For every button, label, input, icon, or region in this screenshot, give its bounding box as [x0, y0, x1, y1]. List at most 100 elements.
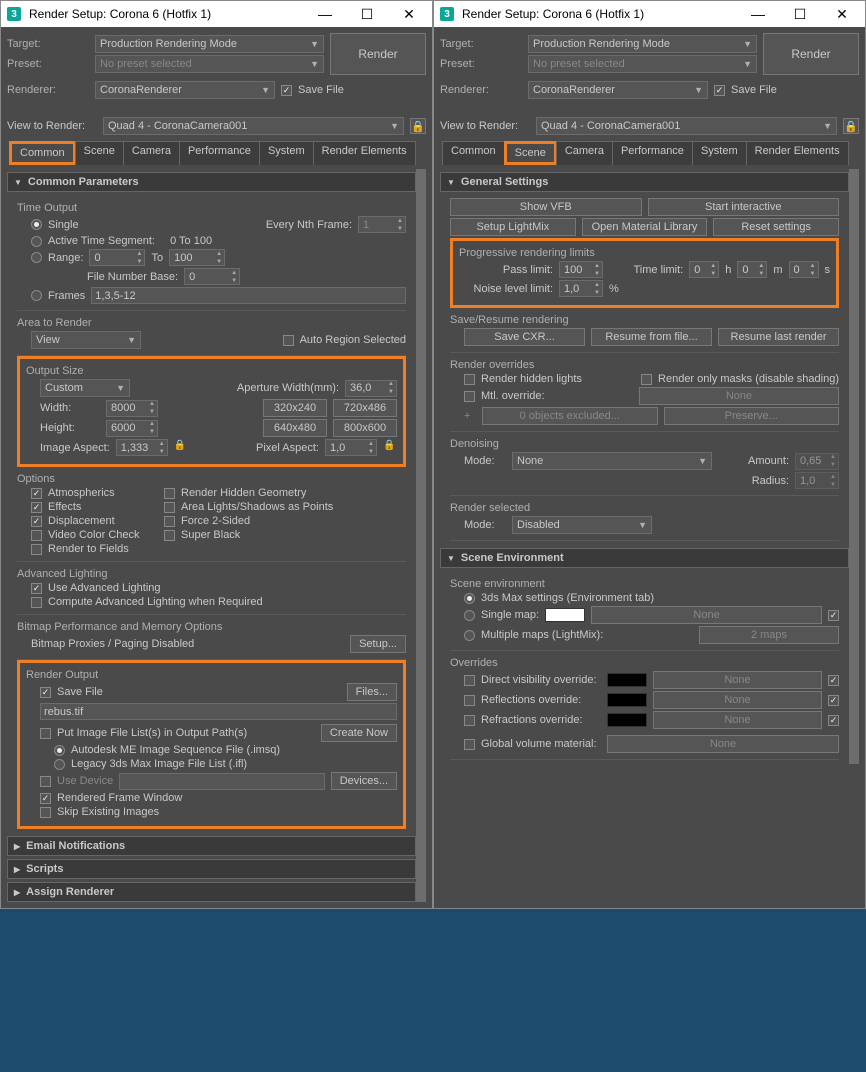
chk-hidden-lights[interactable] — [464, 374, 475, 385]
resume-last-button[interactable]: Resume last render — [718, 328, 839, 346]
chk-mtl-override[interactable] — [464, 391, 475, 402]
refl-map-button[interactable]: None — [653, 691, 822, 709]
image-aspect[interactable]: 1,333▲▼ — [116, 439, 168, 456]
restore-button[interactable]: ☐ — [783, 3, 817, 25]
tab-performance[interactable]: Performance — [612, 141, 693, 165]
radio-frames[interactable] — [31, 290, 42, 301]
reset-settings-button[interactable]: Reset settings — [713, 218, 839, 236]
preserve-button[interactable]: Preserve... — [664, 407, 840, 425]
start-interactive-button[interactable]: Start interactive — [648, 198, 840, 216]
area-dropdown[interactable]: View▼ — [31, 331, 141, 349]
radio-ats[interactable] — [31, 236, 42, 247]
chk-use-device[interactable] — [40, 776, 51, 787]
chk-render-hidden[interactable] — [164, 488, 175, 499]
render-selected-mode[interactable]: Disabled▼ — [512, 516, 652, 534]
open-matlib-button[interactable]: Open Material Library — [582, 218, 708, 236]
tab-system[interactable]: System — [259, 141, 314, 165]
height-spinner[interactable]: 6000▲▼ — [106, 420, 158, 437]
enf-spinner[interactable]: 1▲▼ — [358, 216, 406, 233]
outputsize-dropdown[interactable]: Custom▼ — [40, 379, 130, 397]
tab-render-elements[interactable]: Render Elements — [746, 141, 849, 165]
env-color[interactable] — [545, 608, 585, 622]
savefile-checkbox[interactable] — [714, 85, 725, 96]
chk-force-2sided[interactable] — [164, 516, 175, 527]
width-spinner[interactable]: 8000▲▼ — [106, 400, 158, 417]
tab-scene[interactable]: Scene — [75, 141, 124, 165]
chk-save-file[interactable] — [40, 687, 51, 698]
global-volume-button[interactable]: None — [607, 735, 839, 753]
close-button[interactable]: ✕ — [825, 3, 859, 25]
pixel-aspect[interactable]: 1,0▲▼ — [325, 439, 377, 456]
rollout-general-settings[interactable]: ▼General Settings — [440, 172, 849, 192]
chk-direct-enable[interactable] — [828, 675, 839, 686]
denoise-mode[interactable]: None▼ — [512, 452, 712, 470]
setup-lightmix-button[interactable]: Setup LightMix — [450, 218, 576, 236]
range-from[interactable]: 0▲▼ — [89, 249, 145, 266]
lock-icon[interactable]: 🔒 — [174, 440, 188, 456]
chk-rfw[interactable] — [40, 793, 51, 804]
scrollbar[interactable] — [416, 169, 426, 902]
aperture-spinner[interactable]: 36,0▲▼ — [345, 380, 397, 397]
preset-dropdown[interactable]: No preset selected▼ — [528, 55, 757, 73]
lock-icon[interactable]: 🔒 — [410, 118, 426, 134]
resume-file-button[interactable]: Resume from file... — [591, 328, 712, 346]
multi-maps-button[interactable]: 2 maps — [699, 626, 839, 644]
renderer-dropdown[interactable]: CoronaRenderer▼ — [95, 81, 275, 99]
tab-camera[interactable]: Camera — [556, 141, 613, 165]
tab-system[interactable]: System — [692, 141, 747, 165]
tl-m[interactable]: 0▲▼ — [737, 261, 767, 278]
tab-common[interactable]: Common — [9, 141, 76, 165]
tl-s[interactable]: 0▲▼ — [789, 261, 819, 278]
tab-camera[interactable]: Camera — [123, 141, 180, 165]
pass-limit[interactable]: 100▲▼ — [559, 261, 603, 278]
noise-limit[interactable]: 1,0▲▼ — [559, 280, 603, 297]
close-button[interactable]: ✕ — [392, 3, 426, 25]
chk-area-lights[interactable] — [164, 502, 175, 513]
radio-range[interactable] — [31, 252, 42, 263]
chk-refr-enable[interactable] — [828, 715, 839, 726]
files-button[interactable]: Files... — [347, 683, 397, 701]
rollout-scene-environment[interactable]: ▼Scene Environment — [440, 548, 849, 568]
range-to[interactable]: 100▲▼ — [169, 249, 225, 266]
restore-button[interactable]: ☐ — [350, 3, 384, 25]
direct-map-button[interactable]: None — [653, 671, 822, 689]
radio-imsq[interactable] — [54, 745, 65, 756]
mtl-override-button[interactable]: None — [639, 387, 839, 405]
rollout-scripts[interactable]: ▶Scripts — [7, 859, 416, 879]
chk-single-map[interactable] — [828, 610, 839, 621]
auto-region-checkbox[interactable] — [283, 335, 294, 346]
radio-3dsmax-env[interactable] — [464, 593, 475, 604]
rollout-assign-renderer[interactable]: ▶Assign Renderer — [7, 882, 416, 902]
lock-icon[interactable]: 🔒 — [843, 118, 859, 134]
chk-refl-enable[interactable] — [828, 695, 839, 706]
chk-skip-existing[interactable] — [40, 807, 51, 818]
minimize-button[interactable]: — — [308, 3, 342, 25]
preset-320x240[interactable]: 320x240 — [263, 399, 327, 417]
chk-render-fields[interactable] — [31, 544, 42, 555]
chk-only-masks[interactable] — [641, 374, 652, 385]
view-dropdown[interactable]: Quad 4 - CoronaCamera001▼ — [536, 117, 837, 135]
tab-render-elements[interactable]: Render Elements — [313, 141, 416, 165]
chk-put-imagelist[interactable] — [40, 728, 51, 739]
renderer-dropdown[interactable]: CoronaRenderer▼ — [528, 81, 708, 99]
scrollbar[interactable] — [849, 169, 859, 764]
devices-button[interactable]: Devices... — [331, 772, 397, 790]
chk-displacement[interactable] — [31, 516, 42, 527]
lock-icon[interactable]: 🔒 — [383, 440, 397, 456]
radio-multi-maps[interactable] — [464, 630, 475, 641]
radio-single[interactable] — [31, 219, 42, 230]
preset-720x486[interactable]: 720x486 — [333, 399, 397, 417]
chk-direct-vis[interactable] — [464, 675, 475, 686]
chk-refractions[interactable] — [464, 715, 475, 726]
target-dropdown[interactable]: Production Rendering Mode▼ — [95, 35, 324, 53]
frames-input[interactable]: 1,3,5-12 — [91, 287, 406, 304]
rollout-common-parameters[interactable]: ▼Common Parameters — [7, 172, 416, 192]
device-input[interactable] — [119, 773, 324, 790]
chk-global-volume[interactable] — [464, 739, 475, 750]
chk-compute-adv[interactable] — [31, 597, 42, 608]
output-path[interactable]: rebus.tif — [40, 703, 397, 720]
chk-atmospherics[interactable] — [31, 488, 42, 499]
preset-dropdown[interactable]: No preset selected▼ — [95, 55, 324, 73]
chk-reflections[interactable] — [464, 695, 475, 706]
refr-color[interactable] — [607, 713, 647, 727]
